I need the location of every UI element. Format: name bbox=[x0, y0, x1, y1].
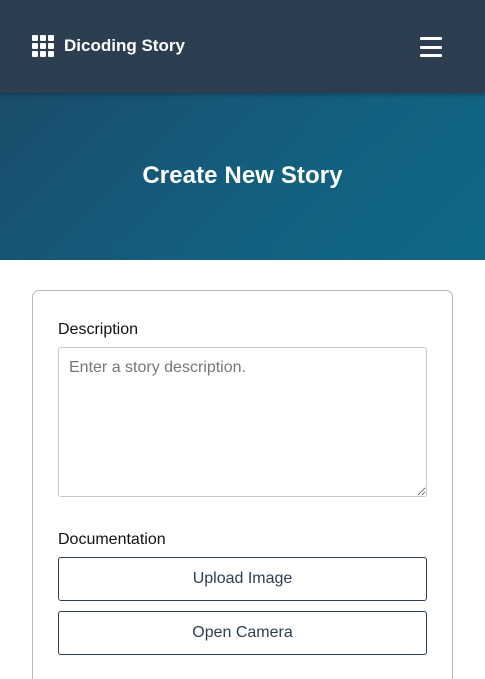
brand-name: Dicoding Story bbox=[64, 36, 185, 55]
hero-banner: Create New Story bbox=[0, 93, 485, 260]
description-label: Description bbox=[58, 321, 139, 338]
documentation-label: Documentation bbox=[58, 531, 166, 548]
hamburger-menu-icon bbox=[420, 37, 442, 40]
brand-link[interactable]: Dicoding Story bbox=[32, 35, 185, 57]
upload-image-button[interactable]: Upload Image bbox=[58, 557, 427, 601]
open-camera-button[interactable]: Open Camera bbox=[58, 611, 427, 655]
page: Dicoding Story Create New Story Descript… bbox=[0, 0, 485, 679]
grid-icon bbox=[32, 35, 56, 57]
create-story-form: Description Documentation Upload Image O… bbox=[32, 290, 453, 679]
description-textarea[interactable] bbox=[58, 347, 427, 497]
hamburger-menu-button[interactable] bbox=[416, 34, 446, 60]
page-title: Create New Story bbox=[142, 161, 343, 189]
navbar: Dicoding Story bbox=[0, 0, 485, 93]
